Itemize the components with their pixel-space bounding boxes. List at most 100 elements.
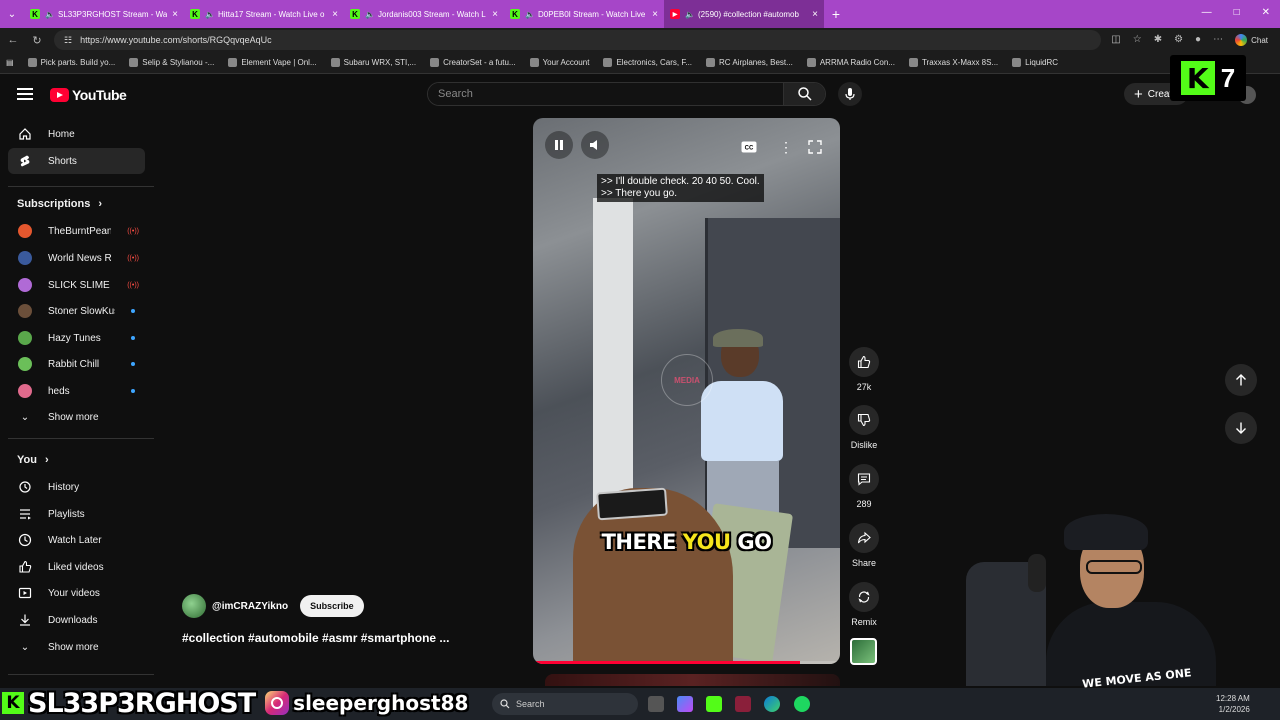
bookmark-item[interactable]: Subaru WRX, STI,... — [330, 58, 416, 67]
more-options-button[interactable]: ⋮ — [779, 138, 793, 156]
browser-tab[interactable]: K 🔈 D0PEB0I Stream - Watch Live × — [504, 0, 664, 28]
next-short-preview[interactable] — [545, 674, 840, 686]
kick-favicon-icon: K — [30, 9, 40, 19]
browser-tab[interactable]: K 🔈 Hitta17 Stream - Watch Live o × — [184, 0, 344, 28]
share-button[interactable] — [849, 523, 879, 553]
minimize-icon[interactable]: — — [1202, 7, 1212, 18]
search-input[interactable] — [428, 83, 783, 105]
short-description[interactable]: #collection #automobile #asmr #smartphon… — [182, 631, 449, 645]
sidebar-item-playlists[interactable]: Playlists — [8, 501, 145, 527]
browser-tab[interactable]: K 🔈 SL33P3RGHOST Stream - Watch × — [24, 0, 184, 28]
bookmark-item[interactable]: ARRMA Radio Con... — [806, 58, 895, 67]
pause-button[interactable] — [545, 131, 573, 159]
sidebar-item-home[interactable]: Home — [8, 121, 145, 147]
captions-button[interactable]: CC — [741, 138, 757, 156]
close-tab-icon[interactable]: × — [812, 9, 818, 20]
copilot-chat-button[interactable]: Chat — [1235, 34, 1268, 46]
reload-icon[interactable]: ↻ — [30, 34, 44, 47]
subscribe-button[interactable]: Subscribe — [300, 595, 364, 617]
youtube-wordmark: YouTube — [72, 87, 127, 103]
fullscreen-button[interactable] — [808, 138, 822, 156]
sidebar-subscription-item[interactable]: Stoner SlowKush — [8, 298, 145, 324]
bookmark-item[interactable]: Traxxas X-Maxx 8S... — [908, 58, 998, 67]
channel-handle[interactable]: @imCRAZYikno — [212, 601, 288, 612]
profile-icon[interactable]: ● — [1195, 34, 1201, 46]
bookmark-item[interactable]: Your Account — [529, 58, 589, 67]
channel-avatar[interactable] — [182, 594, 206, 618]
close-tab-icon[interactable]: × — [332, 9, 338, 20]
new-tab-button[interactable]: + — [824, 6, 848, 22]
copilot-taskbar-icon[interactable] — [677, 696, 693, 712]
sidebar-item-label: History — [48, 481, 80, 493]
shorts-video-player[interactable]: MEDIA CC ⋮ >> I'll double check. 20 40 5… — [533, 118, 840, 664]
sidebar-item-your-videos[interactable]: Your videos — [8, 580, 145, 606]
sidebar-item-history[interactable]: History — [8, 474, 145, 500]
next-short-button[interactable] — [1225, 412, 1257, 444]
show-more-label: Show more — [48, 641, 99, 653]
tab-actions-menu-icon[interactable]: ⌄ — [0, 0, 24, 28]
sidebar-item-watch-later[interactable]: Watch Later — [8, 527, 145, 553]
bookmark-item[interactable]: LiquidRC — [1012, 58, 1058, 67]
guide-menu-icon[interactable] — [17, 88, 33, 100]
more-menu-icon[interactable]: ⋯ — [1213, 34, 1223, 46]
sidebar-subscription-item[interactable]: World News Rep... ((•)) — [8, 245, 145, 271]
volume-button[interactable] — [581, 131, 609, 159]
sidebar-item-liked-videos[interactable]: Liked videos — [8, 554, 145, 580]
bookmark-item[interactable]: Pick parts. Build yo... — [27, 58, 115, 67]
close-window-icon[interactable]: ✕ — [1262, 7, 1270, 18]
sidebar-subscription-item[interactable]: Rabbit Chill — [8, 351, 145, 377]
bookmark-item[interactable]: RC Airplanes, Best... — [706, 58, 793, 67]
sidebar-item-shorts[interactable]: Shorts — [8, 148, 145, 174]
sidebar-subscription-item[interactable]: heds — [8, 378, 145, 404]
tab-title: D0PEB0I Stream - Watch Live — [538, 9, 646, 19]
browser-tab[interactable]: K 🔈 Jordanis003 Stream - Watch L × — [344, 0, 504, 28]
sidebar-subscription-item[interactable]: TheBurntPeanut ((•)) — [8, 218, 145, 244]
edge-taskbar-icon[interactable] — [764, 696, 780, 712]
taskbar-search[interactable]: Search — [492, 693, 638, 715]
bookmark-item[interactable]: Element Vape | Onl... — [228, 58, 317, 67]
search-button[interactable] — [783, 83, 825, 105]
clock-time: 12:28 AM — [1216, 694, 1250, 703]
obs-taskbar-icon[interactable] — [735, 696, 751, 712]
browser-tab-active[interactable]: ▶ 🔈 (2590) #collection #automob × — [664, 0, 824, 28]
channel-name: SLICK SLIME SA... — [48, 279, 111, 291]
maximize-icon[interactable]: □ — [1234, 7, 1240, 18]
video-progress-bar[interactable] — [533, 661, 840, 664]
sidebar-divider — [8, 674, 154, 675]
extensions-icon[interactable]: ⚙ — [1174, 34, 1183, 46]
youtube-logo[interactable]: YouTube — [50, 87, 127, 103]
address-bar[interactable]: ☷ https://www.youtube.com/shorts/RGQqvqe… — [54, 30, 1102, 50]
bookmarks-menu-icon[interactable]: ▤ — [6, 58, 14, 67]
dislike-button[interactable] — [849, 405, 879, 435]
sidebar-subscription-item[interactable]: Hazy Tunes — [8, 325, 145, 351]
previous-short-button[interactable] — [1225, 364, 1257, 396]
bookmark-item[interactable]: CreatorSet - a futu... — [430, 58, 516, 67]
bookmark-item[interactable]: Selip & Stylianou -... — [129, 58, 214, 67]
close-tab-icon[interactable]: × — [492, 9, 498, 20]
kick-taskbar-icon[interactable] — [706, 696, 722, 712]
sidebar-subscription-item[interactable]: SLICK SLIME SA... ((•)) — [8, 272, 145, 298]
favorite-star-icon[interactable]: ☆ — [1133, 34, 1142, 46]
subscriptions-heading[interactable]: Subscriptions › — [17, 198, 102, 210]
tab-title: Jordanis003 Stream - Watch L — [378, 9, 486, 19]
remix-button[interactable] — [849, 582, 879, 612]
like-button[interactable] — [849, 347, 879, 377]
system-clock[interactable]: 12:28 AM 1/2/2026 — [1216, 693, 1250, 715]
comments-button[interactable] — [849, 464, 879, 494]
site-info-icon[interactable]: ☷ — [64, 35, 72, 46]
spotify-taskbar-icon[interactable] — [794, 696, 810, 712]
show-more-you[interactable]: ⌄ Show more — [8, 634, 145, 660]
you-heading[interactable]: You › — [17, 454, 49, 466]
task-view-icon[interactable] — [648, 696, 664, 712]
bookmark-item[interactable]: Electronics, Cars, F... — [603, 58, 692, 67]
collections-icon[interactable]: ✱ — [1154, 34, 1162, 46]
share-label: Share — [851, 558, 877, 568]
close-tab-icon[interactable]: × — [172, 9, 178, 20]
split-view-icon[interactable]: ◫ — [1111, 34, 1120, 46]
close-tab-icon[interactable]: × — [652, 9, 658, 20]
sidebar-item-downloads[interactable]: Downloads — [8, 607, 145, 633]
voice-search-button[interactable] — [838, 82, 862, 106]
show-more-subscriptions[interactable]: ⌄ Show more — [8, 404, 145, 430]
sound-thumbnail[interactable] — [850, 638, 877, 665]
back-icon[interactable]: ← — [6, 34, 20, 46]
